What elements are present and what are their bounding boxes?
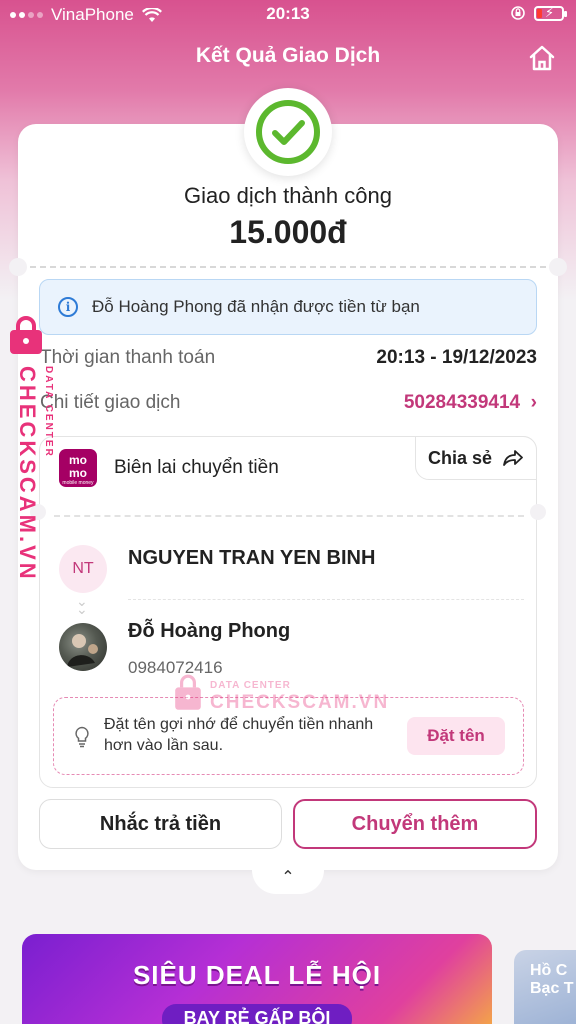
transfer-receipt: mo mo mobile money Biên lai chuyển tiền C… [39,436,537,788]
battery-icon: ⚡ [534,5,567,21]
info-notice: i Đỗ Hoàng Phong đã nhận được tiền từ bạ… [39,279,537,335]
share-label: Chia sẻ [427,447,493,468]
watermark-side: CHECKSCAM.VN DATA CENTER [4,316,62,582]
watermark-brand: CHECKSCAM.VN [15,366,40,582]
card-notch-right [549,258,567,276]
lock-icon [175,674,201,710]
watermark-sub: DATA CENTER [43,366,54,458]
receipt-divider [54,515,524,517]
payment-time-row: Thời gian thanh toán 20:13 - 19/12/2023 [40,347,537,369]
nickname-hint: Đặt tên gợi nhớ để chuyển tiền nhanh hơn… [104,716,374,754]
orientation-lock-icon [511,6,525,20]
checkmark-icon [256,100,320,164]
notice-text: Đỗ Hoàng Phong đã nhận được tiền từ bạn [92,297,420,316]
receipt-title: Biên lai chuyển tiền [114,457,279,478]
payment-time-value: 20:13 - 19/12/2023 [376,347,537,368]
momo-logo: mo mo mobile money [59,449,97,487]
card-notch-left [9,258,27,276]
receiver-name: Đỗ Hoàng Phong [128,620,291,642]
share-button[interactable]: Chia sẻ [415,436,537,480]
chevron-down-icon: ⌄ ⌄ [76,593,88,617]
success-badge [244,88,332,176]
transfer-more-button[interactable]: Chuyển thêm [293,799,537,849]
page-title: Kết Quả Giao Dịch [195,44,381,67]
divider [30,266,546,268]
transaction-id: 50284339414 [403,392,521,413]
sender-avatar: NT [59,545,107,593]
promo-title: SIÊU DEAL LỄ HỘI [132,960,382,990]
chevron-up-icon: ⌃ [281,869,295,886]
expand-handle[interactable]: ⌃ [252,860,324,894]
payment-time-label: Thời gian thanh toán [40,347,216,368]
lightbulb-icon [75,726,89,748]
set-nickname-button[interactable]: Đặt tên [407,717,505,755]
transaction-amount: 15.000đ [229,214,347,250]
transaction-detail-row[interactable]: Chi tiết giao dịch 50284339414 › [40,392,537,414]
status-bar: VinaPhone 20:13 ⚡ [0,0,576,30]
watermark-center-sub: DATA CENTER [210,680,291,691]
remind-payment-button[interactable]: Nhắc trả tiền [39,799,282,849]
promo-banner-secondary[interactable]: Hồ C Bạc T [514,950,576,1024]
chevron-right-icon: › [525,392,537,413]
transaction-status: Giao dịch thành công [184,183,392,208]
share-icon [503,450,523,466]
receiver-avatar [59,623,107,671]
info-icon: i [58,297,78,317]
transaction-id-link[interactable]: 50284339414 › [404,392,537,414]
home-icon[interactable] [528,44,556,72]
receipt-notch-right [530,504,546,520]
promo-banner[interactable]: SIÊU DEAL LỄ HỘI BAY RẺ GẤP BỘI [22,934,492,1024]
status-time: 20:13 [266,4,310,23]
party-divider [128,599,524,600]
watermark-center: DATA CENTER CHECKSCAM.VN [172,672,387,719]
watermark-center-brand: CHECKSCAM.VN [210,692,390,713]
promo-subtitle: BAY RẺ GẤP BỘI [162,1004,352,1024]
lock-icon [10,316,42,354]
promo-secondary-text: Hồ C Bạc T [530,962,574,997]
sender-name: NGUYEN TRAN YEN BINH [128,547,376,569]
